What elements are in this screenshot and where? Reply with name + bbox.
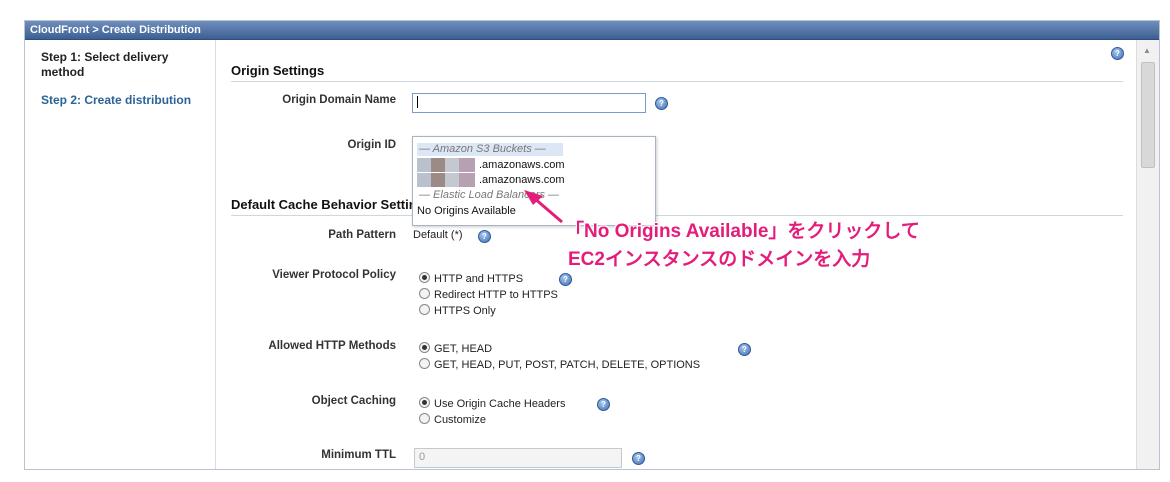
annotation-line-1: 「No Origins Available」をクリックして — [565, 221, 920, 242]
annotation-line-2: EC2インスタンスのドメインを入力 — [568, 249, 871, 270]
